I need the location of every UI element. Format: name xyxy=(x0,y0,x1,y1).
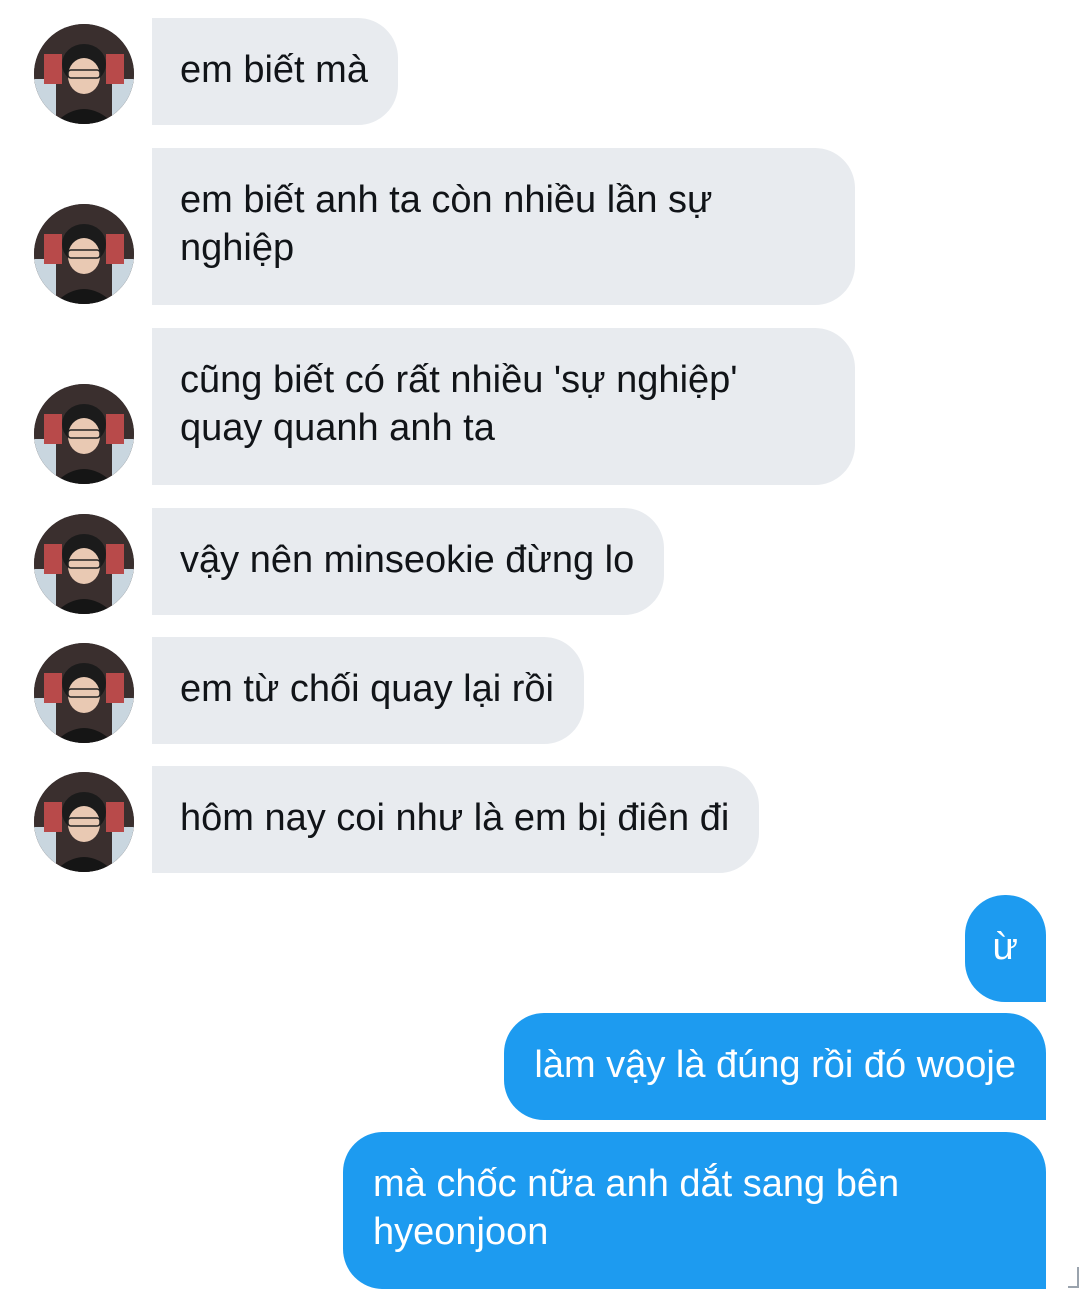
sender-avatar[interactable] xyxy=(34,772,134,872)
incoming-message[interactable]: cũng biết có rất nhiều 'sự nghiệp' quay … xyxy=(152,328,855,485)
incoming-message[interactable]: em biết mà xyxy=(152,18,398,125)
conversation-thread: em biết mà em biết anh ta còn nhiều lần … xyxy=(0,0,1080,1289)
sender-avatar[interactable] xyxy=(34,24,134,124)
incoming-message[interactable]: vậy nên minseokie đừng lo xyxy=(152,508,665,615)
avatar-icon xyxy=(34,772,134,872)
incoming-message[interactable]: em từ chối quay lại rồi xyxy=(152,637,584,744)
avatar-icon xyxy=(34,204,134,304)
avatar-icon xyxy=(34,24,134,124)
avatar-icon xyxy=(34,384,134,484)
incoming-message[interactable]: hôm nay coi như là em bị điên đi xyxy=(152,766,760,873)
sender-avatar[interactable] xyxy=(34,514,134,614)
outgoing-message[interactable]: mà chốc nữa anh dắt sang bên hyeonjoon xyxy=(343,1132,1046,1289)
avatar-icon xyxy=(34,643,134,743)
sender-avatar[interactable] xyxy=(34,204,134,304)
avatar-icon xyxy=(34,514,134,614)
sender-avatar[interactable] xyxy=(34,643,134,743)
outgoing-message[interactable]: ừ xyxy=(964,895,1046,1002)
scroll-indicator-icon xyxy=(1068,1267,1079,1288)
incoming-message[interactable]: em biết anh ta còn nhiều lần sự nghiệp xyxy=(152,148,855,305)
outgoing-message[interactable]: làm vậy là đúng rồi đó wooje xyxy=(504,1013,1046,1120)
sender-avatar[interactable] xyxy=(34,384,134,484)
